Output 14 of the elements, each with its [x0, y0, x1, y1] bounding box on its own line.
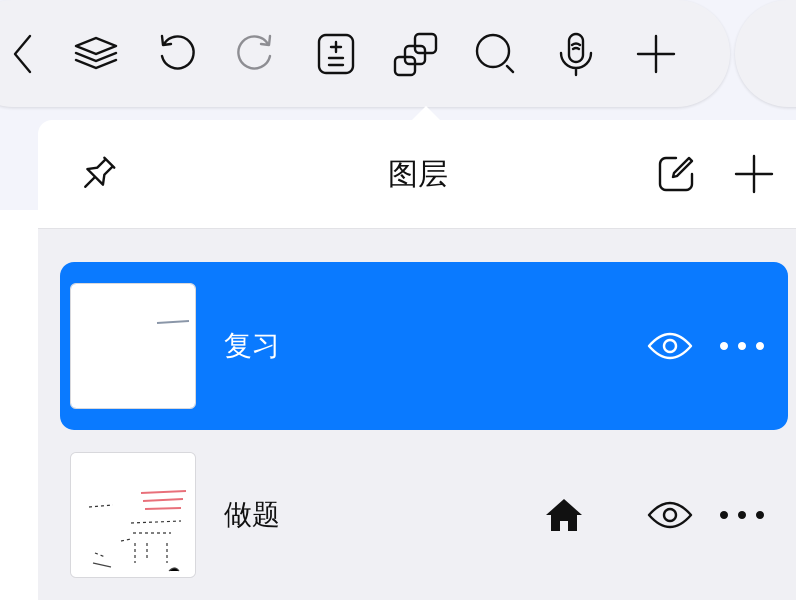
layer-name: 复习	[224, 328, 281, 364]
add-layer-button[interactable]	[732, 152, 776, 196]
plus-icon	[732, 152, 776, 196]
more-icon	[718, 509, 766, 521]
copies-icon	[393, 30, 439, 76]
edit-icon	[656, 154, 696, 194]
document-plus-minus-icon	[316, 32, 356, 76]
layer-name: 做题	[224, 497, 281, 533]
edit-button[interactable]	[656, 154, 696, 194]
layer-row[interactable]: 做题	[60, 452, 788, 578]
more-button[interactable]	[718, 509, 766, 521]
more-icon	[718, 340, 766, 352]
microphone-icon	[558, 30, 594, 76]
panel-title: 图层	[387, 156, 449, 194]
